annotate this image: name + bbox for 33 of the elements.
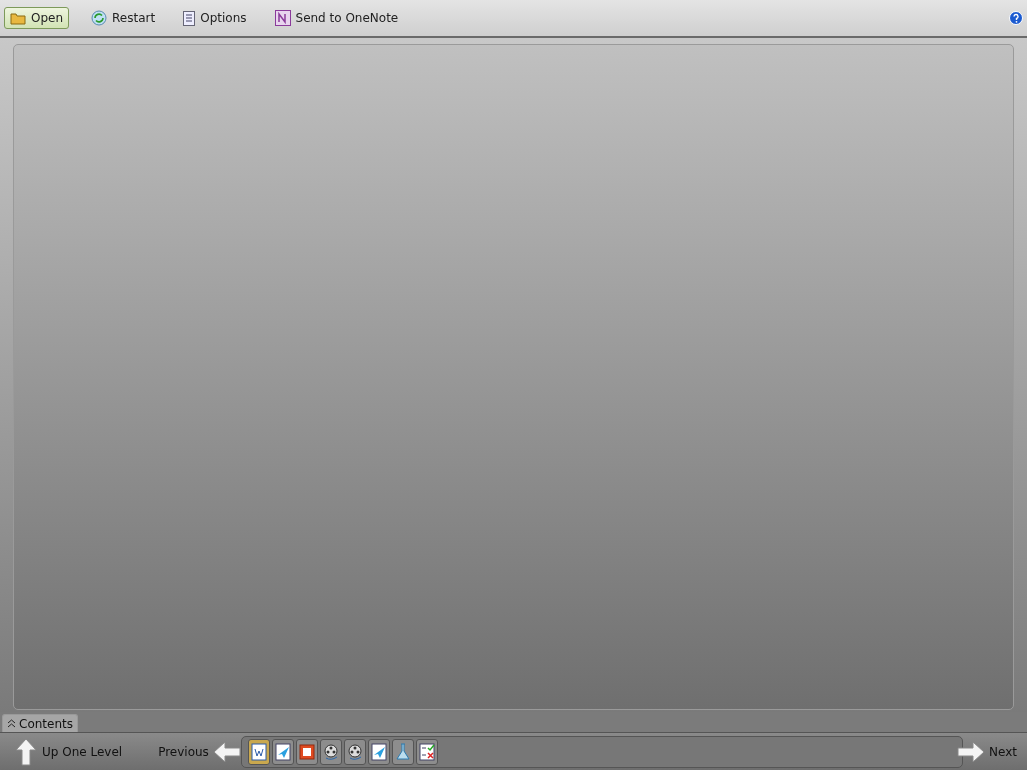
- previous-button[interactable]: Previous: [158, 739, 241, 764]
- thumbnail-button[interactable]: [271, 738, 294, 765]
- contents-tab[interactable]: Contents: [2, 714, 78, 732]
- thumbnail-button[interactable]: [391, 738, 414, 765]
- arrow-icon: [957, 739, 986, 764]
- document-icon: [183, 10, 196, 26]
- toolbar-button[interactable]: Send to OneNote: [268, 7, 405, 29]
- refresh-icon: [91, 10, 108, 26]
- thumbnail-button[interactable]: [295, 738, 318, 765]
- help-icon[interactable]: [1009, 11, 1023, 25]
- paper-plane-icon: [370, 742, 387, 761]
- checklist-icon: [418, 742, 435, 761]
- arrow-icon: [14, 737, 38, 766]
- thumbnail-button[interactable]: [343, 738, 366, 765]
- toolbar-button[interactable]: Open: [4, 7, 70, 29]
- presentation-icon: [298, 742, 315, 761]
- flask-icon: [394, 742, 411, 761]
- film-reel-icon: [322, 742, 339, 761]
- toolbar-button[interactable]: Options: [177, 7, 253, 29]
- next-button[interactable]: Next: [957, 739, 1017, 764]
- toolbar-button[interactable]: Restart: [85, 7, 162, 29]
- document-icon: [250, 742, 267, 761]
- thumbnail-button[interactable]: [415, 738, 438, 765]
- arrow-icon: [212, 739, 241, 764]
- thumbnail-button[interactable]: [367, 738, 390, 765]
- film-reel-icon: [346, 742, 363, 761]
- up-one-level-button[interactable]: Up One Level: [14, 737, 123, 766]
- onenote-icon: [274, 10, 291, 26]
- paper-plane-icon: [274, 742, 291, 761]
- chevron-icon: [7, 719, 16, 728]
- thumbnail-button[interactable]: [247, 738, 270, 765]
- thumbnail-button[interactable]: [319, 738, 342, 765]
- folder-icon: [10, 11, 26, 25]
